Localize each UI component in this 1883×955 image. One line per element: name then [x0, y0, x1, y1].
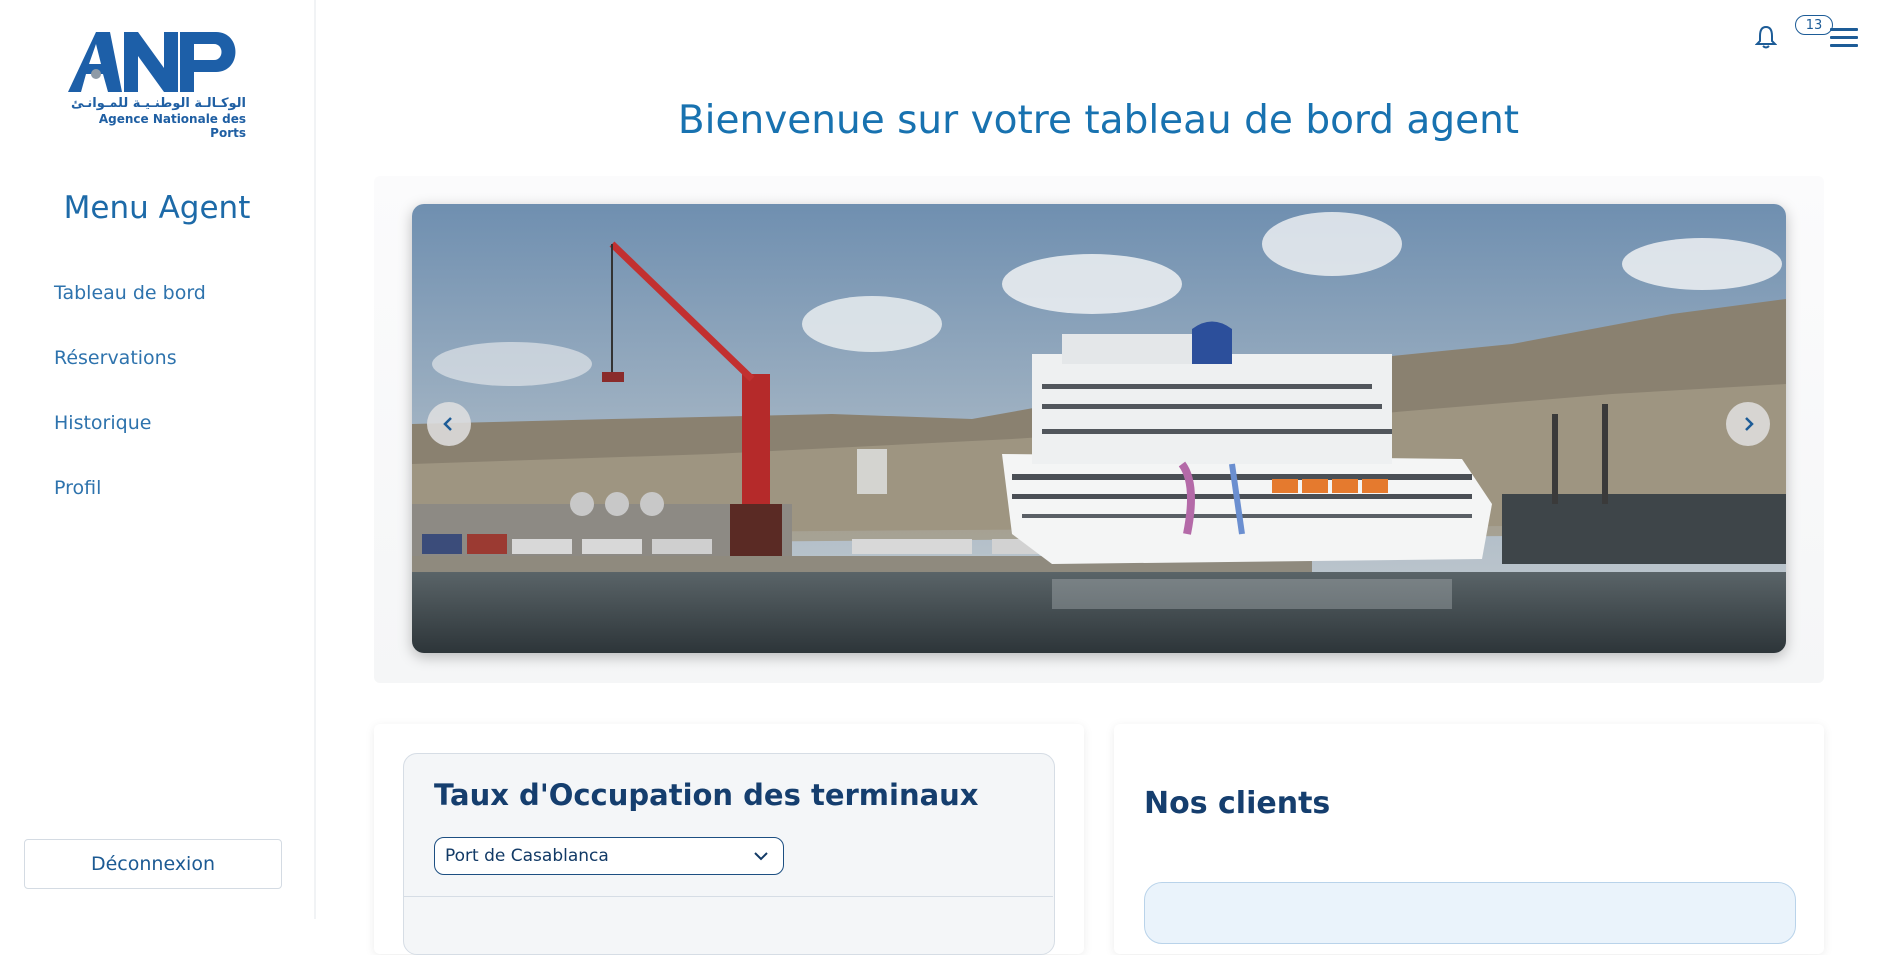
- logout-button[interactable]: Déconnexion: [24, 839, 282, 889]
- notification-count-badge: 13: [1795, 15, 1833, 35]
- menu-icon[interactable]: [1830, 28, 1858, 50]
- sidebar-item-profil[interactable]: Profil: [54, 477, 101, 499]
- sidebar-item-reservations[interactable]: Réservations: [54, 347, 177, 369]
- port-select[interactable]: Port de Casablanca: [434, 837, 784, 875]
- cruise-ship-port-image: [412, 204, 1786, 653]
- chevron-right-icon: [1745, 417, 1754, 431]
- port-image-carousel: [412, 204, 1786, 653]
- chevron-left-icon: [443, 417, 452, 431]
- occupation-divider: [404, 896, 1053, 897]
- clients-title: Nos clients: [1144, 786, 1331, 821]
- anp-logo[interactable]: الوكـالـة الوطنـيـة للمـوانـئ Agence Nat…: [66, 26, 246, 140]
- sidebar: الوكـالـة الوطنـيـة للمـوانـئ Agence Nat…: [0, 0, 316, 919]
- sidebar-item-historique[interactable]: Historique: [54, 412, 151, 434]
- bell-icon[interactable]: [1754, 24, 1778, 50]
- anp-logo-mark: [68, 32, 236, 92]
- port-select-value: Port de Casablanca: [445, 846, 609, 866]
- logo-subtitle: Agence Nationale des Ports: [98, 112, 246, 140]
- logo-arabic-text: الوكـالـة الوطنـيـة للمـوانـئ: [71, 96, 246, 111]
- page-title: Bienvenue sur votre tableau de bord agen…: [677, 98, 1520, 143]
- menu-title: Menu Agent: [63, 190, 251, 226]
- carousel-prev-button[interactable]: [427, 402, 471, 446]
- sidebar-item-tableau-de-bord[interactable]: Tableau de bord: [54, 282, 206, 304]
- clients-panel: [1144, 882, 1796, 944]
- carousel-next-button[interactable]: [1726, 402, 1770, 446]
- chevron-down-icon: [754, 852, 768, 861]
- occupation-title: Taux d'Occupation des terminaux: [434, 778, 979, 812]
